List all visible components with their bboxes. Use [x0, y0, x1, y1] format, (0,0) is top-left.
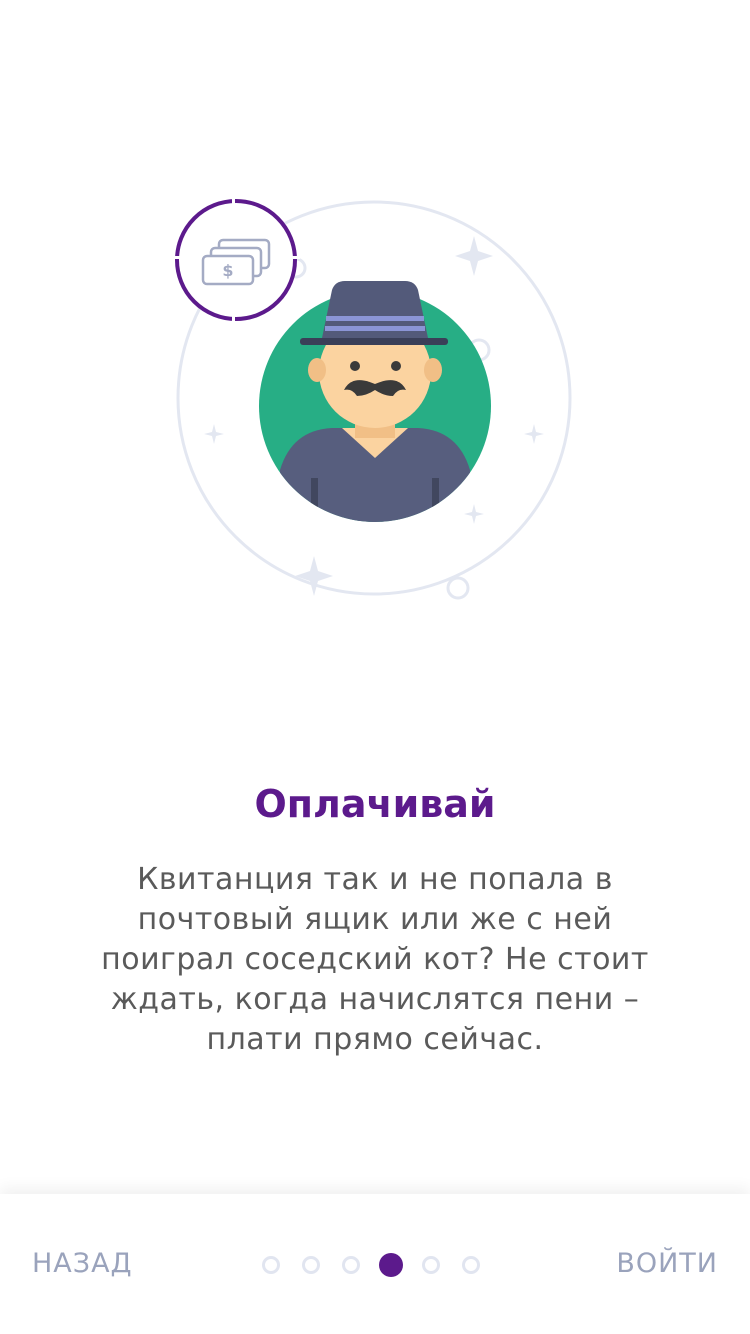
bottom-navigation-bar: НАЗАД ВОЙТИ [0, 1194, 750, 1334]
login-button[interactable]: ВОЙТИ [616, 1244, 718, 1284]
page-description: Квитанция так и не попала в почтовый ящи… [101, 862, 649, 1057]
money-bills-icon: $ [172, 196, 300, 324]
page-title: Оплачивай [254, 782, 496, 826]
page-dot-1[interactable] [262, 1256, 280, 1274]
page-dot-2[interactable] [302, 1256, 320, 1274]
page-dot-6[interactable] [462, 1256, 480, 1274]
back-button[interactable]: НАЗАД [32, 1244, 133, 1284]
avatar [259, 281, 491, 522]
orbit-dot [446, 576, 470, 600]
svg-text:$: $ [222, 261, 233, 280]
onboarding-illustration: $ [172, 196, 572, 600]
page-dot-5[interactable] [422, 1256, 440, 1274]
page-indicator [262, 1252, 480, 1278]
page-dot-4-active[interactable] [379, 1253, 403, 1277]
page-dot-3[interactable] [342, 1256, 360, 1274]
